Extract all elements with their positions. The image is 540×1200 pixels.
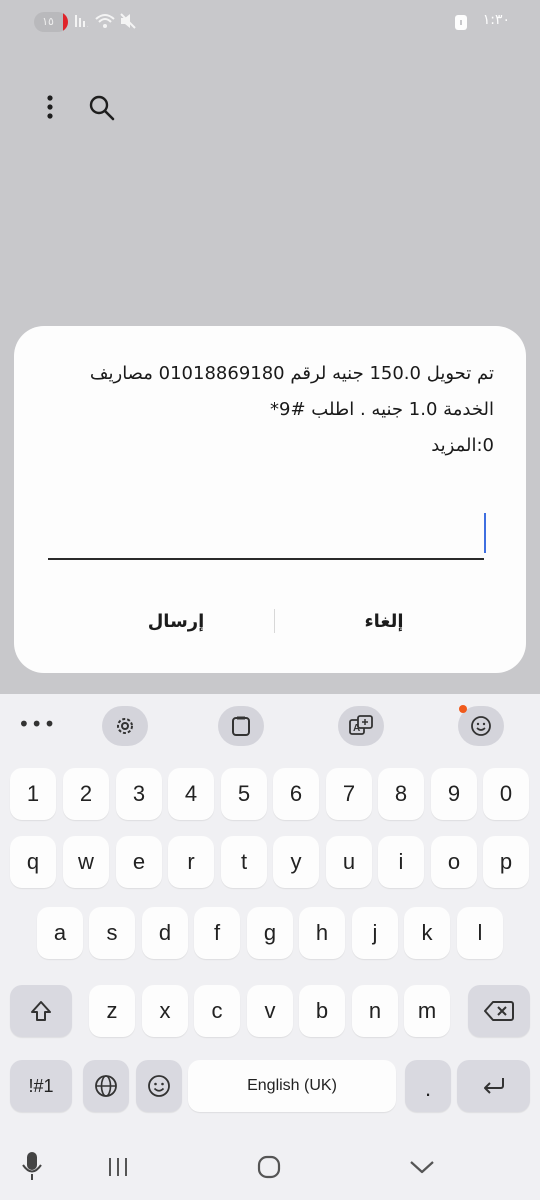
more-vert-icon[interactable] (42, 94, 58, 120)
key-h[interactable]: h (299, 907, 345, 959)
translate-icon: A (349, 715, 373, 735)
key-o[interactable]: o (431, 836, 477, 888)
key-f[interactable]: f (194, 907, 240, 959)
more-icon[interactable]: ••• (18, 712, 56, 736)
button-divider (274, 609, 275, 633)
key-p[interactable]: p (483, 836, 529, 888)
key-s[interactable]: s (89, 907, 135, 959)
space-key[interactable]: English (UK) (188, 1060, 396, 1112)
backspace-icon (484, 1001, 514, 1021)
cancel-button[interactable]: إلغاء (284, 602, 484, 642)
battery-level-text: ١٥ (42, 15, 54, 28)
microphone-icon[interactable] (20, 1150, 44, 1184)
key-r[interactable]: r (168, 836, 214, 888)
wifi-icon (95, 14, 115, 28)
key-y[interactable]: y (273, 836, 319, 888)
back-chevron-down-icon[interactable] (408, 1158, 436, 1176)
ussd-dialog: تم تحويل 150.0 جنيه لرقم 01018869180 مصا… (14, 326, 526, 673)
key-5[interactable]: 5 (221, 768, 267, 820)
battery-indicator: ١٥ (34, 12, 68, 32)
period-key[interactable]: . (405, 1060, 451, 1112)
keyboard-settings-button[interactable] (102, 706, 148, 746)
dialog-message: تم تحويل 150.0 جنيه لرقم 01018869180 مصا… (89, 363, 494, 456)
key-m[interactable]: m (404, 985, 450, 1037)
symbols-key[interactable]: !#1 (10, 1060, 72, 1112)
settings-icon (117, 718, 133, 734)
key-d[interactable]: d (142, 907, 188, 959)
keyboard: ••• A 1 2 3 4 5 6 7 8 9 0 q w e r t y u … (0, 694, 540, 1140)
clipboard-button[interactable] (218, 706, 264, 746)
language-key[interactable] (83, 1060, 129, 1112)
key-2[interactable]: 2 (63, 768, 109, 820)
reply-input[interactable] (48, 508, 486, 560)
key-u[interactable]: u (326, 836, 372, 888)
key-8[interactable]: 8 (378, 768, 424, 820)
status-bar: ١٥ . ١:٣٠ (0, 0, 540, 44)
lock-icon (455, 15, 467, 30)
key-0[interactable]: 0 (483, 768, 529, 820)
notification-dot (459, 705, 467, 713)
clipboard-icon (232, 716, 250, 736)
key-w[interactable]: w (63, 836, 109, 888)
key-1[interactable]: 1 (10, 768, 56, 820)
shift-icon (31, 1001, 51, 1021)
enter-key[interactable] (457, 1060, 530, 1112)
battery-level-fill (62, 12, 68, 32)
key-c[interactable]: c (194, 985, 240, 1037)
key-v[interactable]: v (247, 985, 293, 1037)
key-a[interactable]: a (37, 907, 83, 959)
clock: ١:٣٠ (482, 12, 510, 28)
key-l[interactable]: l (457, 907, 503, 959)
key-n[interactable]: n (352, 985, 398, 1037)
search-icon[interactable] (88, 94, 116, 122)
shift-key[interactable] (10, 985, 72, 1037)
enter-icon (483, 1078, 504, 1094)
key-4[interactable]: 4 (168, 768, 214, 820)
recent-apps-icon[interactable] (106, 1156, 130, 1178)
signal-icon: . (75, 15, 89, 29)
key-k[interactable]: k (404, 907, 450, 959)
key-6[interactable]: 6 (273, 768, 319, 820)
key-b[interactable]: b (299, 985, 345, 1037)
emoji-icon (471, 716, 491, 736)
key-3[interactable]: 3 (116, 768, 162, 820)
key-i[interactable]: i (378, 836, 424, 888)
translate-button[interactable]: A (338, 706, 384, 746)
text-caret (484, 513, 486, 553)
key-x[interactable]: x (142, 985, 188, 1037)
key-7[interactable]: 7 (326, 768, 372, 820)
key-t[interactable]: t (221, 836, 267, 888)
mute-icon (120, 13, 136, 29)
home-icon[interactable] (256, 1154, 282, 1180)
emoji-key[interactable] (136, 1060, 182, 1112)
svg-text:.: . (87, 23, 89, 29)
navigation-bar (0, 1140, 540, 1200)
key-9[interactable]: 9 (431, 768, 477, 820)
key-j[interactable]: j (352, 907, 398, 959)
backspace-key[interactable] (468, 985, 530, 1037)
key-g[interactable]: g (247, 907, 293, 959)
send-button[interactable]: إرسال (76, 602, 276, 642)
globe-icon (95, 1075, 117, 1097)
key-z[interactable]: z (89, 985, 135, 1037)
emoji-key-icon (148, 1075, 170, 1097)
key-q[interactable]: q (10, 836, 56, 888)
key-e[interactable]: e (116, 836, 162, 888)
